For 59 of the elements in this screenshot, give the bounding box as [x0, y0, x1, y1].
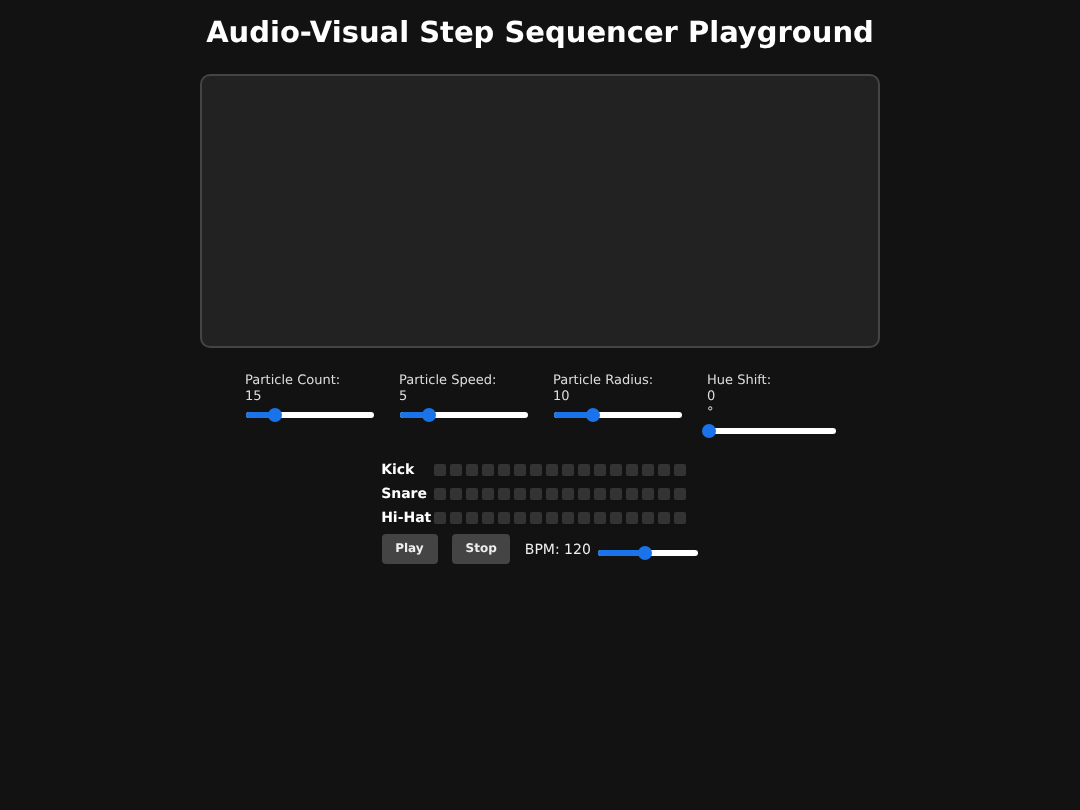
step-pad[interactable] [625, 512, 638, 524]
step-pad[interactable] [641, 512, 654, 524]
step-pad[interactable] [577, 488, 590, 500]
step-pad[interactable] [657, 488, 670, 500]
step-pad[interactable] [657, 464, 670, 476]
step-pad[interactable] [593, 464, 606, 476]
step-pad[interactable] [561, 488, 574, 500]
slider-thumb[interactable] [421, 408, 436, 422]
step-pad[interactable] [497, 512, 510, 524]
step-pad[interactable] [609, 488, 622, 500]
step-pad[interactable] [513, 512, 526, 524]
step-pad[interactable] [593, 512, 606, 524]
step-pad[interactable] [561, 512, 574, 524]
slider-thumb[interactable] [637, 546, 652, 560]
step-pad[interactable] [449, 464, 462, 476]
step-pad[interactable] [433, 488, 446, 500]
step-pad[interactable] [625, 488, 638, 500]
step-pad[interactable] [561, 464, 574, 476]
step-pad[interactable] [625, 464, 638, 476]
step-pad[interactable] [449, 512, 462, 524]
step-pad[interactable] [513, 464, 526, 476]
step-pad[interactable] [577, 464, 590, 476]
step-pad[interactable] [465, 512, 478, 524]
step-pad[interactable] [609, 464, 622, 476]
step-pad[interactable] [465, 488, 478, 500]
slider-track[interactable] [707, 428, 835, 434]
step-pad[interactable] [673, 488, 686, 500]
step-pad[interactable] [545, 512, 558, 524]
step-pad[interactable] [545, 488, 558, 500]
step-pad[interactable] [481, 464, 494, 476]
slider-track[interactable] [598, 550, 699, 556]
slider-thumb[interactable] [701, 424, 715, 438]
slider-track[interactable] [399, 412, 527, 418]
step-pad[interactable] [593, 488, 606, 500]
step-pad[interactable] [433, 512, 446, 524]
step-pad[interactable] [497, 464, 510, 476]
step-pad[interactable] [449, 488, 462, 500]
step-pad[interactable] [529, 464, 542, 476]
step-pad[interactable] [641, 488, 654, 500]
step-pad[interactable] [529, 512, 542, 524]
step-pad[interactable] [545, 464, 558, 476]
step-pad[interactable] [577, 512, 590, 524]
step-pad[interactable] [433, 464, 446, 476]
step-pad[interactable] [673, 512, 686, 524]
step-pad[interactable] [513, 488, 526, 500]
step-pad[interactable] [609, 512, 622, 524]
step-pad[interactable] [481, 512, 494, 524]
step-pad[interactable] [465, 464, 478, 476]
step-pad[interactable] [481, 488, 494, 500]
slider-thumb[interactable] [585, 408, 600, 422]
step-pad[interactable] [497, 488, 510, 500]
step-pad[interactable] [641, 464, 654, 476]
step-pad[interactable] [673, 464, 686, 476]
step-pad[interactable] [657, 512, 670, 524]
slider-track[interactable] [553, 412, 681, 418]
page-title: Audio-Visual Step Sequencer Playground [206, 18, 874, 50]
step-pad[interactable] [529, 488, 542, 500]
slider-thumb[interactable] [267, 408, 282, 422]
slider-track[interactable] [245, 412, 373, 418]
